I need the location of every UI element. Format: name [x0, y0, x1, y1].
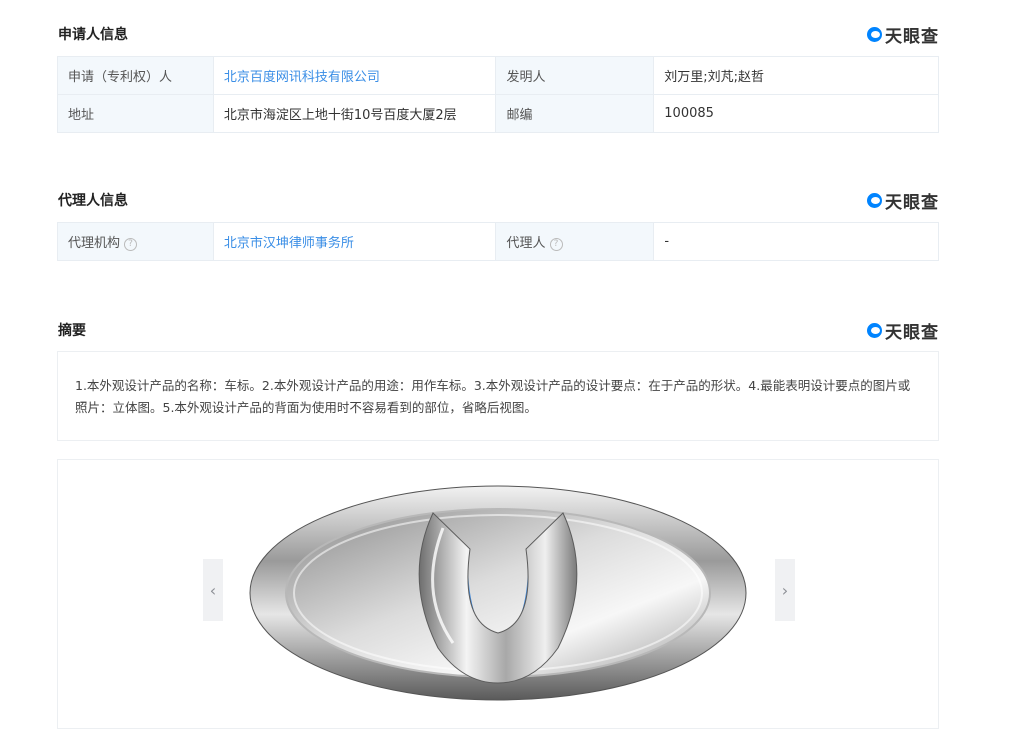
applicant-table: 申请（专利权）人 北京百度网讯科技有限公司 发明人 刘万里;刘芃;赵哲 地址 北…	[57, 56, 939, 133]
tianyancha-logo-text: 天眼查	[885, 193, 939, 213]
agency-label: 代理机构	[68, 236, 121, 251]
applicant-value-link[interactable]: 北京百度网讯科技有限公司	[212, 56, 497, 95]
tianyancha-logo-icon	[867, 193, 882, 208]
address-value: 北京市海淀区上地十街10号百度大厦2层	[212, 94, 497, 133]
address-label: 地址	[57, 94, 214, 133]
chevron-right-icon: ›	[781, 580, 789, 600]
postcode-label: 邮编	[495, 94, 655, 133]
abstract-section-title: 摘要	[58, 323, 86, 339]
abstract-text: 1.本外观设计产品的名称：车标。2.本外观设计产品的用途：用作车标。3.本外观设…	[75, 378, 911, 415]
tianyancha-logo-icon	[867, 27, 882, 42]
chevron-left-icon: ‹	[209, 580, 217, 600]
inventor-label: 发明人	[495, 56, 655, 95]
table-row: 申请（专利权）人 北京百度网讯科技有限公司 发明人 刘万里;刘芃;赵哲	[57, 56, 939, 95]
applicant-label: 申请（专利权）人	[57, 56, 214, 95]
table-row: 地址 北京市海淀区上地十街10号百度大厦2层 邮编 100085	[57, 94, 939, 133]
abstract-box: 1.本外观设计产品的名称：车标。2.本外观设计产品的用途：用作车标。3.本外观设…	[57, 351, 939, 441]
help-icon[interactable]: ?	[549, 238, 563, 251]
car-emblem-image	[249, 485, 747, 701]
image-gallery: ‹ ›	[57, 459, 939, 729]
tianyancha-logo: 天眼查	[867, 318, 939, 343]
help-icon[interactable]: ?	[124, 238, 138, 251]
tianyancha-logo-icon	[867, 323, 882, 338]
agent-section-title: 代理人信息	[58, 193, 128, 209]
applicant-section-title: 申请人信息	[58, 27, 128, 43]
tianyancha-logo: 天眼查	[867, 22, 939, 47]
tianyancha-logo-text: 天眼查	[885, 323, 939, 343]
tianyancha-logo: 天眼查	[867, 188, 939, 213]
agency-value-link[interactable]: 北京市汉坤律师事务所	[212, 222, 497, 261]
agent-label: 代理人	[506, 236, 546, 251]
tianyancha-logo-text: 天眼查	[885, 27, 939, 47]
agent-table: 代理机构? 北京市汉坤律师事务所 代理人? -	[57, 222, 939, 261]
agent-value: -	[653, 222, 939, 261]
gallery-prev-button[interactable]: ‹	[203, 559, 223, 621]
table-row: 代理机构? 北京市汉坤律师事务所 代理人? -	[57, 222, 939, 261]
agency-label-cell: 代理机构?	[57, 222, 214, 261]
postcode-value: 100085	[653, 94, 939, 133]
agent-label-cell: 代理人?	[495, 222, 655, 261]
inventor-value: 刘万里;刘芃;赵哲	[653, 56, 939, 95]
gallery-next-button[interactable]: ›	[775, 559, 795, 621]
